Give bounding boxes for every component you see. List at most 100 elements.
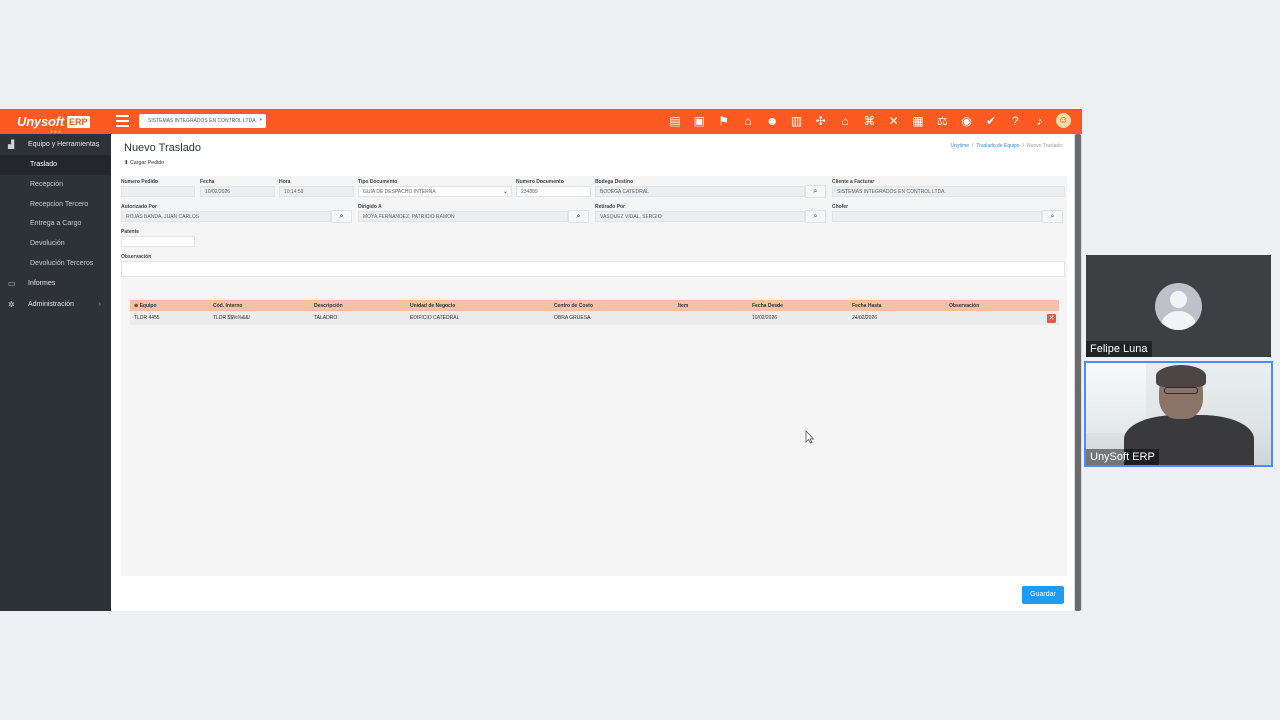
bodega-destino-label: Bodega Destino [595,179,634,185]
tipo-documento-value: GUIA DE DESPACHO INTERNA [363,189,436,195]
patente-field[interactable] [121,236,195,247]
warehouse-icon[interactable]: ⌘ [861,113,877,129]
video-tile-participant-1[interactable]: Felipe Luna [1086,255,1271,357]
sidebar-section-label: Administración [28,301,74,309]
bell-icon[interactable]: ♪ [1031,113,1047,129]
cell-centro-costo: OBRA GRUESA [554,315,591,321]
grid-header-row: ⊕ Equipo Cód. Interno Descripción Unidad… [130,300,1059,311]
brand-suffix: ERP [67,115,90,128]
chevron-right-icon: › [98,301,101,309]
observacion-textarea[interactable] [121,261,1065,277]
cargar-pedido-button[interactable]: ⬆ Cargar Pedido [124,160,164,166]
sidebar-item-recepcion[interactable]: Recepción [0,175,111,195]
numero-pedido-field[interactable] [121,186,195,197]
sidebar-section-label: Equipo y Herramientas [28,141,100,148]
autorizado-search-button[interactable]: ⌕ [331,210,352,223]
cell-fecha-hasta: 24/02/2026 [852,315,878,321]
autorizado-por-field[interactable]: ROJAS BANDA, JUAN CARLOS [121,211,331,222]
form-area: Numero Pedido Fecha 10/02/2026 Hora 10:1… [121,176,1067,576]
table-row[interactable]: TLDR 4455 TLDR $$%%&&/ TALADRO EDIFICIO … [130,311,1059,325]
home-icon[interactable]: ⌂ [837,113,853,129]
breadcrumb-link[interactable]: Unytime [951,143,969,149]
grid-header-centro-costo: Centro de Costo [554,302,593,309]
document-icon[interactable]: ▣ [691,113,707,129]
breadcrumb-link[interactable]: Traslado de Equipo [976,143,1019,149]
list-icon[interactable]: ▤ [667,113,683,129]
dirigido-a-field[interactable]: MOYA FERNANDEZ, PATRICIO RAMON [358,211,568,222]
breadcrumb: Unytime / Traslado de Equipo / Nuevo Tra… [951,143,1062,149]
retirado-search-button[interactable]: ⌕ [805,210,826,223]
sidebar-section-equipo[interactable]: ▟ Equipo y Herramientas ⌄ [0,134,111,155]
grid-header-equipo[interactable]: ⊕ Equipo [130,303,209,309]
autorizado-por-label: Autorizado Por [121,204,157,210]
printer-icon: ▭ [8,279,16,289]
cliente-facturar-label: Cliente a Facturar [832,179,875,185]
chofer-field[interactable] [832,211,1042,222]
user-avatar-icon[interactable]: ☺ [1055,113,1071,128]
participant-avatar-icon [1155,283,1202,330]
sidebar-item-label: Recepcion Tercero [30,200,89,208]
main-content: Nuevo Traslado ⬆ Cargar Pedido Unytime /… [111,134,1074,611]
fecha-field[interactable]: 10/02/2026 [200,186,275,197]
sidebar-item-label: Entrega a Cargo [30,220,82,228]
brand-logo[interactable]: Unysoft ERP ●●● [0,109,111,135]
company-select-value: SISTEMAS INTEGRADOS EN CONTROL LTDA. [148,118,257,124]
chofer-label: Chofer [832,204,849,210]
sidebar-section-administracion[interactable]: ✲ Administración › [0,294,111,315]
retirado-por-field[interactable]: VASQUEZ VIDAL, SERGIO [595,211,805,222]
sidebar-section-informes[interactable]: ▭ Informes [0,273,111,294]
tag-icon[interactable]: ⚑ [716,113,732,129]
person-icon[interactable]: ☻ [764,113,780,129]
brand-name: Unysoft [17,114,64,129]
guardar-button[interactable]: Guardar [1022,586,1064,604]
sidebar-item-devolucion[interactable]: Devolución [0,234,111,254]
search-icon: ⌕ [1050,213,1055,220]
check-icon[interactable]: ✔ [983,113,999,129]
participant-name: Felipe Luna [1086,341,1152,357]
tools-icon[interactable]: ✕ [886,113,902,129]
delete-row-button[interactable]: ✕ [1047,314,1056,323]
chofer-search-button[interactable]: ⌕ [1042,210,1063,223]
sidebar-item-label: Recepción [30,181,64,189]
sidebar-item-recepcion-tercero[interactable]: Recepcion Tercero [0,194,111,214]
menu-toggle-icon[interactable] [116,115,129,127]
numero-documento-field[interactable]: 234889 [516,186,591,197]
scale-icon[interactable]: ⚖ [934,113,950,129]
network-icon[interactable]: ✣ [813,113,829,129]
dirigido-a-label: Dirigido A [358,204,382,210]
help-icon[interactable]: ? [1007,113,1023,129]
company-select[interactable]: SISTEMAS INTEGRADOS EN CONTROL LTDA. ▾ [139,114,266,128]
equipment-icon: ▟ [8,140,15,149]
equipment-grid: ⊕ Equipo Cód. Interno Descripción Unidad… [130,300,1059,325]
building-icon[interactable]: ⌂ [740,113,756,129]
sidebar-item-devolucion-terceros[interactable]: Devolución Terceros [0,253,111,273]
bodega-destino-field[interactable]: BODEGA CATEDRAL [595,186,805,197]
sidebar-item-label: Devolución Terceros [30,259,94,267]
tipo-documento-select[interactable]: GUIA DE DESPACHO INTERNA ⌄ [358,186,512,197]
upload-icon: ⬆ [124,160,129,166]
search-icon: ⌕ [813,213,818,220]
video-tile-participant-2[interactable]: UnySoft ERP [1084,361,1273,467]
scrollbar-thumb[interactable] [1075,134,1081,611]
erp-window: Unysoft ERP ●●● SISTEMAS INTEGRADOS EN C… [0,109,1082,611]
bodega-search-button[interactable]: ⌕ [805,185,826,198]
page-scrollbar[interactable] [1074,134,1082,611]
cliente-facturar-field[interactable]: SISTEMAS INTEGRADOS EN CONTROL LTDA. [832,186,1065,197]
chart-icon[interactable]: ▥ [788,113,804,129]
cell-unidad-negocio: EDIFICIO CATEDRAL [410,315,460,321]
retirado-por-label: Retirado Por [595,204,626,210]
dirigido-search-button[interactable]: ⌕ [568,210,589,223]
sidebar-item-entrega-a-cargo[interactable]: Entrega a Cargo [0,214,111,234]
database-icon[interactable]: ◉ [959,113,975,129]
sidebar-item-traslado[interactable]: Traslado [0,155,111,175]
hora-field[interactable]: 10:14:59 [279,186,354,197]
tipo-documento-label: Tipo Documento [358,179,398,185]
breadcrumb-separator: / [972,143,974,149]
top-icon-toolbar: ▤ ▣ ⚑ ⌂ ☻ ▥ ✣ ⌂ ⌘ ✕ ▦ ⚖ ◉ ✔ ? ♪ ☺ [667,113,1079,129]
sidebar-section-label: Informes [28,280,56,288]
truck-icon[interactable]: ▦ [910,113,926,129]
grid-header-item: Ítem [678,302,689,309]
cargar-pedido-label: Cargar Pedido [129,160,165,166]
grid-header-fecha-desde: Fecha Desde [752,302,783,309]
participant-glasses [1164,387,1198,394]
